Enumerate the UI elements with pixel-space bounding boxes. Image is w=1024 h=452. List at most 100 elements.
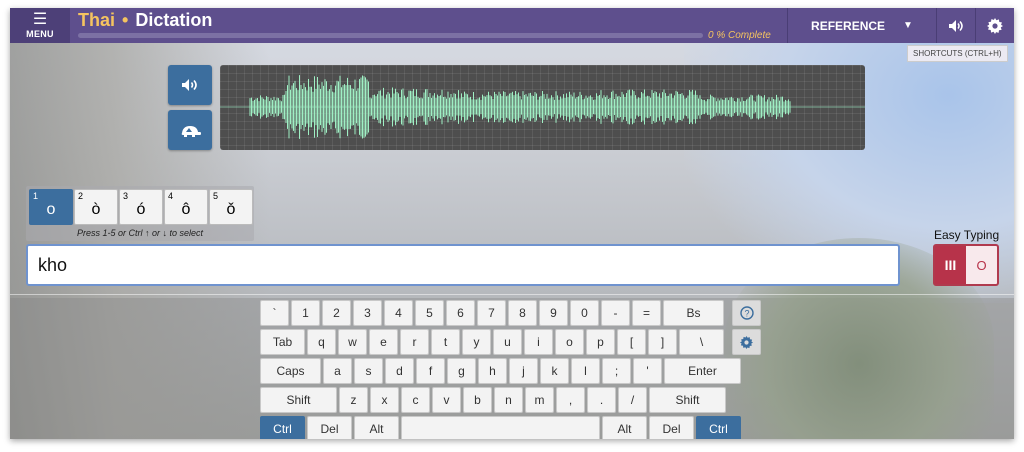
key[interactable]: - [601,300,630,326]
key[interactable]: x [370,387,399,413]
tone-number: 4 [168,191,174,201]
tone-option-4[interactable]: 4 ô [164,189,208,225]
key[interactable]: 7 [477,300,506,326]
menu-button[interactable]: ☰ MENU [10,8,70,43]
key[interactable]: . [587,387,616,413]
title-separator: • [122,10,129,30]
settings-button[interactable] [975,8,1014,43]
volume-button[interactable] [936,8,975,43]
key[interactable]: Ctrl [260,416,305,439]
play-audio-button[interactable] [168,65,212,105]
key[interactable]: b [463,387,492,413]
key[interactable]: 4 [384,300,413,326]
tone-option-1[interactable]: 1 o [29,189,73,225]
title-area: Thai • Dictation 0 % Complete [70,8,787,43]
key[interactable]: w [338,329,367,355]
key[interactable]: a [323,358,352,384]
key[interactable]: Del [307,416,352,439]
keyboard-settings-button[interactable] [732,329,761,355]
key[interactable]: k [540,358,569,384]
turtle-icon [181,126,201,137]
key[interactable]: q [307,329,336,355]
tone-char: ǒ [226,201,236,218]
tone-option-3[interactable]: 3 ó [119,189,163,225]
top-bar: ☰ MENU Thai • Dictation 0 % Complete REF… [10,8,1014,43]
key[interactable]: Enter [664,358,741,384]
key[interactable]: Bs [663,300,724,326]
tone-option-5[interactable]: 5 ǒ [209,189,253,225]
key[interactable]: z [339,387,368,413]
gear-icon [987,17,1003,34]
key[interactable]: n [494,387,523,413]
key[interactable]: Alt [354,416,399,439]
svg-text:?: ? [744,309,749,319]
key[interactable]: f [416,358,445,384]
slow-audio-button[interactable] [168,110,212,150]
answer-input[interactable] [26,244,900,286]
key[interactable]: l [571,358,600,384]
key[interactable]: t [431,329,460,355]
gear-icon [740,335,753,349]
audio-waveform[interactable] [220,65,865,150]
page-title: Thai • Dictation [78,10,212,31]
key[interactable]: [ [617,329,646,355]
key[interactable]: Caps [260,358,321,384]
key[interactable]: ; [602,358,631,384]
key[interactable]: = [632,300,661,326]
hamburger-icon: ☰ [32,10,48,28]
key[interactable]: 3 [353,300,382,326]
tone-number: 3 [123,191,129,201]
key[interactable]: / [618,387,647,413]
key[interactable]: Shift [260,387,337,413]
key[interactable]: 8 [508,300,537,326]
tone-number: 5 [213,191,219,201]
tone-hint: Press 1-5 or Ctrl ↑ or ↓ to select [76,228,204,238]
key[interactable]: , [556,387,585,413]
key[interactable]: ] [648,329,677,355]
language-name: Thai [78,10,116,30]
divider [10,294,1014,295]
key[interactable]: Tab [260,329,305,355]
key[interactable]: Shift [649,387,726,413]
key[interactable]: v [432,387,461,413]
key[interactable]: Alt [602,416,647,439]
key[interactable]: g [447,358,476,384]
key[interactable]: o [555,329,584,355]
key[interactable]: m [525,387,554,413]
key[interactable]: r [400,329,429,355]
key[interactable]: u [493,329,522,355]
progress-text: 0 % Complete [708,30,771,41]
speaker-icon [182,79,197,91]
key[interactable]: j [509,358,538,384]
tone-char: ó [136,201,146,218]
key[interactable]: 2 [322,300,351,326]
key-space[interactable] [401,416,600,439]
waveform-graphic [220,75,865,139]
key[interactable]: h [478,358,507,384]
key[interactable]: y [462,329,491,355]
easy-typing-on: III [935,246,966,284]
easy-typing-off: O [976,257,987,273]
key[interactable]: 9 [539,300,568,326]
key[interactable]: ` [260,300,289,326]
key[interactable]: Ctrl [696,416,741,439]
key[interactable]: 0 [570,300,599,326]
key[interactable]: \ [679,329,724,355]
reference-dropdown[interactable]: REFERENCE ▼ [787,8,936,43]
tone-option-2[interactable]: 2 ò [74,189,118,225]
keyboard-help-button[interactable]: ? [732,300,761,326]
key[interactable]: ' [633,358,662,384]
key[interactable]: d [385,358,414,384]
key[interactable]: c [401,387,430,413]
key[interactable]: 6 [446,300,475,326]
key[interactable]: i [524,329,553,355]
key[interactable]: p [586,329,615,355]
key[interactable]: 5 [415,300,444,326]
key[interactable]: e [369,329,398,355]
easy-typing-toggle[interactable]: III O [933,244,999,286]
key[interactable]: s [354,358,383,384]
key[interactable]: Del [649,416,694,439]
menu-label: MENU [26,28,54,39]
shortcuts-tooltip: SHORTCUTS (CTRL+H) [907,45,1008,62]
key[interactable]: 1 [291,300,320,326]
